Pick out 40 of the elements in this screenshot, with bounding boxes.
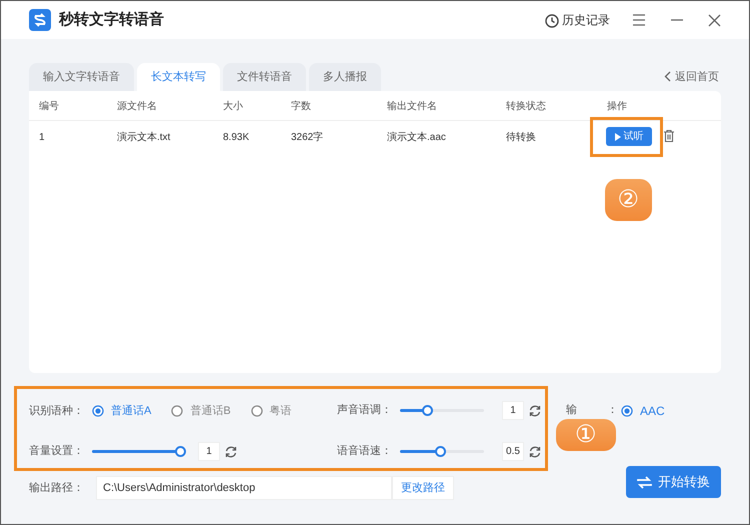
radio-label: 普通话B [190,404,231,419]
radio-label: AAC [640,403,665,420]
field-label: ： [607,403,618,418]
table-cell-text: 3262字 [291,130,324,145]
column-header: 大小 [223,100,243,114]
field-label: 输 [566,403,577,418]
tab[interactable]: 长文本转写 [137,63,220,91]
column-header: 编号 [39,100,59,114]
callout-badge: ② [605,179,652,221]
path-field[interactable]: C:\Users\Administrator\desktop [96,476,392,500]
callout-badge: ① [556,419,616,451]
column-header: 源文件名 [117,100,157,114]
column-header: 输出文件名 [387,100,437,114]
table-cell-text: 演示文本.aac [387,130,446,145]
value-field[interactable]: 1 [502,401,524,420]
change-path-button[interactable]: 更改路径 [392,476,454,500]
column-header: 转换状态 [506,100,546,114]
start-button[interactable]: 开始转换 [626,466,721,498]
play-button[interactable]: 试听 [606,127,652,146]
tab[interactable]: 输入文字转语音 [29,63,134,91]
table-cell-text: 1 [39,131,45,145]
column-header: 字数 [291,100,311,114]
field-label: 输出路径： [29,480,84,496]
window-title: 秒转文字转语音 [59,10,164,30]
back-link[interactable]: 返回首页 [664,68,719,85]
table-cell-text: 演示文本.txt [117,130,170,145]
radio-label: 粤语 [270,404,292,419]
column-header: 操作 [607,100,627,114]
table-cell-text: 8.93K [223,131,250,145]
table-cell-text: 待转换 [506,130,536,145]
field-label: 声音语调： [337,402,392,418]
radio-label: 普通话A [111,404,152,419]
field-label: 识别语种： [29,404,84,419]
history-button[interactable]: 历史记录 [544,11,610,29]
field-label: 音量设置： [29,444,84,460]
value-field[interactable]: 0.5 [502,442,524,461]
tab[interactable]: 文件转语音 [223,63,306,91]
field-label: 语音语速： [337,444,392,460]
tab[interactable]: 多人播报 [309,63,381,91]
value-field[interactable]: 1 [198,442,220,461]
